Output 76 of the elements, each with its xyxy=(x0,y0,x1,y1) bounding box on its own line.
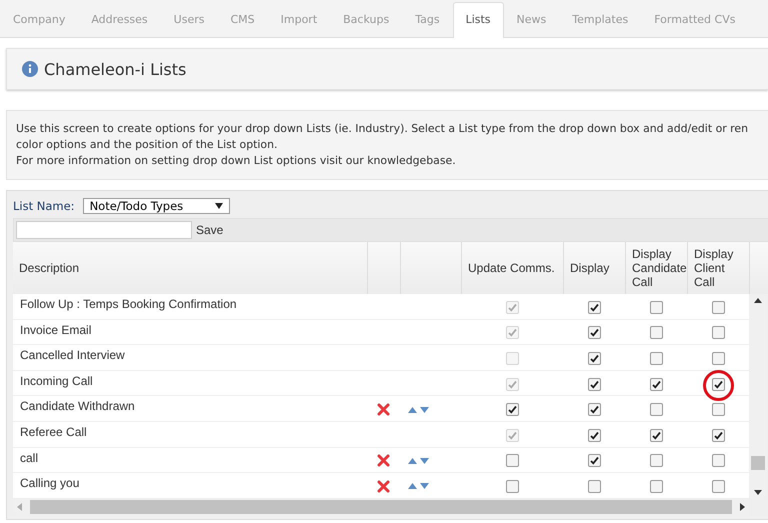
tab[interactable]: Addresses xyxy=(78,2,161,37)
move-down-icon[interactable] xyxy=(420,483,429,490)
checkbox[interactable] xyxy=(588,403,600,416)
checkbox[interactable] xyxy=(588,454,600,468)
scroll-up-icon[interactable] xyxy=(754,298,762,303)
tab[interactable]: Lists xyxy=(452,2,504,38)
info-text: Use this screen to create options for your drop down Lists (ie. Industry). Select a List type from the drop down box and add/edit or ren xyxy=(16,121,750,137)
scroll-down-icon[interactable] xyxy=(754,490,762,495)
checkbox[interactable] xyxy=(506,454,518,468)
page-title: Chameleon-i Lists xyxy=(44,60,186,78)
tab[interactable]: Import xyxy=(268,2,330,37)
checkbox[interactable] xyxy=(588,428,600,442)
info-icon xyxy=(22,61,38,77)
column-header: Display Client Call xyxy=(694,247,734,289)
delete-icon[interactable] xyxy=(377,454,390,468)
checkbox[interactable] xyxy=(650,300,662,314)
checkbox[interactable] xyxy=(588,352,600,365)
description-cell-text: Candidate Withdrawn xyxy=(19,398,136,416)
move-down-icon[interactable] xyxy=(420,406,429,413)
checkbox[interactable] xyxy=(712,326,724,340)
checkbox[interactable] xyxy=(650,326,662,340)
caret-icon xyxy=(214,203,223,209)
tab[interactable]: Formatted CVs xyxy=(641,2,748,37)
checkbox[interactable] xyxy=(506,403,518,416)
checkbox[interactable] xyxy=(650,352,662,365)
delete-icon[interactable] xyxy=(377,480,390,493)
delete-icon[interactable] xyxy=(377,403,390,416)
move-up-icon[interactable] xyxy=(408,483,417,490)
scroll-thumb[interactable] xyxy=(751,456,765,470)
tab[interactable]: CMS xyxy=(217,2,268,37)
scroll-left-icon[interactable] xyxy=(17,503,22,511)
move-up-icon[interactable] xyxy=(408,458,417,464)
description-cell-text: Invoice Email xyxy=(19,322,92,339)
checkbox[interactable] xyxy=(506,480,518,493)
scroll-thumb[interactable] xyxy=(30,500,732,514)
checkbox[interactable] xyxy=(712,428,724,442)
checkbox[interactable] xyxy=(650,454,662,468)
info-text: For more information on setting drop down List options visit our knowledgebase. xyxy=(16,153,457,169)
checkbox[interactable] xyxy=(650,428,662,442)
move-up-icon[interactable] xyxy=(408,406,417,413)
description-cell-text: Incoming Call xyxy=(19,372,94,390)
info-text: color options and the position of the List option. xyxy=(16,137,278,153)
column-header: Display xyxy=(570,261,610,275)
list-name-label: List Name: xyxy=(13,199,75,213)
checkbox[interactable] xyxy=(588,480,600,493)
tab[interactable]: News xyxy=(504,2,560,37)
scroll-right-icon[interactable] xyxy=(740,503,745,511)
description-cell-text: Referee Call xyxy=(19,424,88,441)
checkbox[interactable] xyxy=(712,300,724,314)
checkbox[interactable] xyxy=(712,378,724,391)
tab[interactable]: Tags xyxy=(402,2,453,37)
list-name-select[interactable]: Note/Todo Types xyxy=(82,198,230,214)
checkbox[interactable] xyxy=(650,378,662,391)
column-header: Update Comms. xyxy=(468,261,555,275)
description-cell-text: Cancelled Interview xyxy=(19,347,126,364)
description-cell-text: call xyxy=(19,450,40,467)
checkbox[interactable] xyxy=(650,403,662,416)
checkbox[interactable] xyxy=(712,480,724,493)
checkbox[interactable] xyxy=(712,352,724,365)
column-header: Description xyxy=(19,261,80,275)
tab[interactable]: Users xyxy=(160,2,218,37)
checkbox[interactable] xyxy=(650,480,662,493)
tab[interactable]: Backups xyxy=(330,2,402,37)
checkbox[interactable] xyxy=(712,403,724,416)
checkbox[interactable] xyxy=(712,454,724,468)
move-down-icon[interactable] xyxy=(420,458,429,464)
checkbox[interactable] xyxy=(588,378,600,391)
save-button[interactable]: Save xyxy=(196,223,224,237)
tab[interactable]: Company xyxy=(0,2,78,37)
description-cell-text: Calling you xyxy=(19,475,80,492)
description-cell-text: Follow Up : Temps Booking Confirmation xyxy=(19,296,238,313)
column-header: Display Candidate Call xyxy=(632,247,687,289)
tab[interactable]: Templates xyxy=(559,2,642,37)
input-field[interactable] xyxy=(16,221,192,239)
checkbox[interactable] xyxy=(588,300,600,314)
checkbox[interactable] xyxy=(588,326,600,340)
